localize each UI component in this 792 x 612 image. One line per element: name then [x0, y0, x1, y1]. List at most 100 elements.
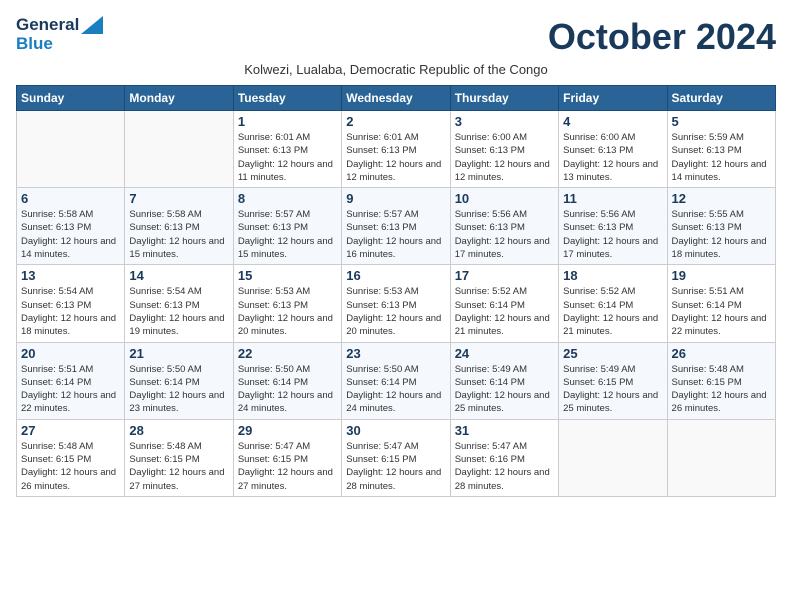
- day-info: Sunrise: 5:50 AM Sunset: 6:14 PM Dayligh…: [346, 363, 445, 416]
- day-info: Sunrise: 5:54 AM Sunset: 6:13 PM Dayligh…: [129, 285, 228, 338]
- weekday-header-cell: Friday: [559, 86, 667, 111]
- day-info: Sunrise: 5:57 AM Sunset: 6:13 PM Dayligh…: [238, 208, 337, 261]
- day-info: Sunrise: 5:56 AM Sunset: 6:13 PM Dayligh…: [455, 208, 554, 261]
- calendar-cell: 31Sunrise: 5:47 AM Sunset: 6:16 PM Dayli…: [450, 419, 558, 496]
- day-info: Sunrise: 5:55 AM Sunset: 6:13 PM Dayligh…: [672, 208, 771, 261]
- day-info: Sunrise: 5:59 AM Sunset: 6:13 PM Dayligh…: [672, 131, 771, 184]
- calendar-cell: 11Sunrise: 5:56 AM Sunset: 6:13 PM Dayli…: [559, 188, 667, 265]
- calendar-cell: 27Sunrise: 5:48 AM Sunset: 6:15 PM Dayli…: [17, 419, 125, 496]
- calendar-cell: [17, 111, 125, 188]
- calendar-cell: [559, 419, 667, 496]
- calendar-cell: 25 Sunrise: 5:49 AM Sunset: 6:15 PM Dayli…: [559, 342, 667, 419]
- calendar-cell: 14 Sunrise: 5:54 AM Sunset: 6:13 PM Dayli…: [125, 265, 233, 342]
- day-info: Sunrise: 6:00 AM Sunset: 6:13 PM Dayligh…: [563, 131, 662, 184]
- day-number: 16: [346, 268, 445, 283]
- weekday-header-cell: Saturday: [667, 86, 775, 111]
- day-info: Sunrise: 5:49 AM Sunset: 6:14 PM Dayligh…: [455, 363, 554, 416]
- weekday-header-cell: Sunday: [17, 86, 125, 111]
- day-info: Sunrise: 5:51 AM Sunset: 6:14 PM Dayligh…: [672, 285, 771, 338]
- day-info: Sunrise: 5:53 AM Sunset: 6:13 PM Dayligh…: [346, 285, 445, 338]
- weekday-header-cell: Wednesday: [342, 86, 450, 111]
- day-info: Sunrise: 5:48 AM Sunset: 6:15 PM Dayligh…: [129, 440, 228, 493]
- day-number: 10: [455, 191, 554, 206]
- calendar-cell: 6 Sunrise: 5:58 AM Sunset: 6:13 PM Daylig…: [17, 188, 125, 265]
- day-number: 26: [672, 346, 771, 361]
- day-number: 24: [455, 346, 554, 361]
- calendar-cell: 8 Sunrise: 5:57 AM Sunset: 6:13 PM Daylig…: [233, 188, 341, 265]
- calendar-cell: 23 Sunrise: 5:50 AM Sunset: 6:14 PM Dayli…: [342, 342, 450, 419]
- day-info: Sunrise: 5:58 AM Sunset: 6:13 PM Dayligh…: [21, 208, 120, 261]
- calendar-cell: [125, 111, 233, 188]
- day-number: 7: [129, 191, 228, 206]
- day-info: Sunrise: 6:01 AM Sunset: 6:13 PM Dayligh…: [346, 131, 445, 184]
- calendar-cell: 30 Sunrise: 5:47 AM Sunset: 6:15 PM Dayli…: [342, 419, 450, 496]
- page-subtitle: Kolwezi, Lualaba, Democratic Republic of…: [16, 62, 776, 77]
- day-number: 6: [21, 191, 120, 206]
- calendar-cell: 22 Sunrise: 5:50 AM Sunset: 6:14 PM Dayli…: [233, 342, 341, 419]
- calendar-cell: 2 Sunrise: 6:01 AM Sunset: 6:13 PM Daylig…: [342, 111, 450, 188]
- calendar-table: SundayMondayTuesdayWednesdayThursdayFrid…: [16, 85, 776, 497]
- calendar-cell: 24 Sunrise: 5:49 AM Sunset: 6:14 PM Dayli…: [450, 342, 558, 419]
- day-info: Sunrise: 5:53 AM Sunset: 6:13 PM Dayligh…: [238, 285, 337, 338]
- day-info: Sunrise: 5:57 AM Sunset: 6:13 PM Dayligh…: [346, 208, 445, 261]
- day-info: Sunrise: 5:47 AM Sunset: 6:15 PM Dayligh…: [346, 440, 445, 493]
- calendar-body: 1 Sunrise: 6:01 AM Sunset: 6:13 PM Daylig…: [17, 111, 776, 497]
- day-number: 4: [563, 114, 662, 129]
- weekday-header-row: SundayMondayTuesdayWednesdayThursdayFrid…: [17, 86, 776, 111]
- weekday-header-cell: Thursday: [450, 86, 558, 111]
- calendar-cell: 12 Sunrise: 5:55 AM Sunset: 6:13 PM Dayli…: [667, 188, 775, 265]
- day-number: 27: [21, 423, 120, 438]
- calendar-week-row: 1 Sunrise: 6:01 AM Sunset: 6:13 PM Daylig…: [17, 111, 776, 188]
- day-number: 1: [238, 114, 337, 129]
- day-info: Sunrise: 5:48 AM Sunset: 6:15 PM Dayligh…: [672, 363, 771, 416]
- calendar-week-row: 27 Sunrise: 5:48 AM Sunset: 6:15 PM Dayli…: [17, 419, 776, 496]
- weekday-header-cell: Tuesday: [233, 86, 341, 111]
- calendar-cell: 26 Sunrise: 5:48 AM Sunset: 6:15 PM Dayli…: [667, 342, 775, 419]
- calendar-cell: 29 Sunrise: 5:47 AM Sunset: 6:15 PM Dayli…: [233, 419, 341, 496]
- day-info: Sunrise: 6:00 AM Sunset: 6:13 PM Dayligh…: [455, 131, 554, 184]
- calendar-week-row: 6 Sunrise: 5:58 AM Sunset: 6:13 PM Daylig…: [17, 188, 776, 265]
- day-number: 22: [238, 346, 337, 361]
- day-number: 3: [455, 114, 554, 129]
- day-number: 14: [129, 268, 228, 283]
- calendar-cell: 7Sunrise: 5:58 AM Sunset: 6:13 PM Daylig…: [125, 188, 233, 265]
- day-info: Sunrise: 5:50 AM Sunset: 6:14 PM Dayligh…: [238, 363, 337, 416]
- day-number: 25: [563, 346, 662, 361]
- day-info: Sunrise: 5:52 AM Sunset: 6:14 PM Dayligh…: [455, 285, 554, 338]
- day-info: Sunrise: 5:52 AM Sunset: 6:14 PM Dayligh…: [563, 285, 662, 338]
- day-number: 8: [238, 191, 337, 206]
- month-title: October 2024: [548, 16, 776, 58]
- day-number: 2: [346, 114, 445, 129]
- day-info: Sunrise: 5:49 AM Sunset: 6:15 PM Dayligh…: [563, 363, 662, 416]
- calendar-cell: 15 Sunrise: 5:53 AM Sunset: 6:13 PM Dayli…: [233, 265, 341, 342]
- day-number: 18: [563, 268, 662, 283]
- calendar-cell: [667, 419, 775, 496]
- calendar-cell: 4 Sunrise: 6:00 AM Sunset: 6:13 PM Daylig…: [559, 111, 667, 188]
- day-number: 20: [21, 346, 120, 361]
- calendar-week-row: 13Sunrise: 5:54 AM Sunset: 6:13 PM Dayli…: [17, 265, 776, 342]
- day-number: 29: [238, 423, 337, 438]
- logo: General Blue: [16, 16, 103, 53]
- calendar-cell: 5Sunrise: 5:59 AM Sunset: 6:13 PM Daylig…: [667, 111, 775, 188]
- page-header: General Blue October 2024: [16, 16, 776, 58]
- weekday-header-cell: Monday: [125, 86, 233, 111]
- day-number: 30: [346, 423, 445, 438]
- day-info: Sunrise: 5:47 AM Sunset: 6:15 PM Dayligh…: [238, 440, 337, 493]
- calendar-cell: 1Sunrise: 6:01 AM Sunset: 6:13 PM Daylig…: [233, 111, 341, 188]
- day-number: 9: [346, 191, 445, 206]
- calendar-cell: 16 Sunrise: 5:53 AM Sunset: 6:13 PM Dayli…: [342, 265, 450, 342]
- logo-icon: [81, 16, 103, 34]
- day-number: 11: [563, 191, 662, 206]
- day-number: 15: [238, 268, 337, 283]
- day-number: 12: [672, 191, 771, 206]
- day-info: Sunrise: 5:54 AM Sunset: 6:13 PM Dayligh…: [21, 285, 120, 338]
- logo-general-text: General: [16, 16, 79, 35]
- calendar-cell: 18 Sunrise: 5:52 AM Sunset: 6:14 PM Dayli…: [559, 265, 667, 342]
- day-info: Sunrise: 5:47 AM Sunset: 6:16 PM Dayligh…: [455, 440, 554, 493]
- day-number: 23: [346, 346, 445, 361]
- day-number: 21: [129, 346, 228, 361]
- calendar-cell: 21Sunrise: 5:50 AM Sunset: 6:14 PM Dayli…: [125, 342, 233, 419]
- calendar-cell: 28 Sunrise: 5:48 AM Sunset: 6:15 PM Dayli…: [125, 419, 233, 496]
- day-number: 28: [129, 423, 228, 438]
- calendar-cell: 17Sunrise: 5:52 AM Sunset: 6:14 PM Dayli…: [450, 265, 558, 342]
